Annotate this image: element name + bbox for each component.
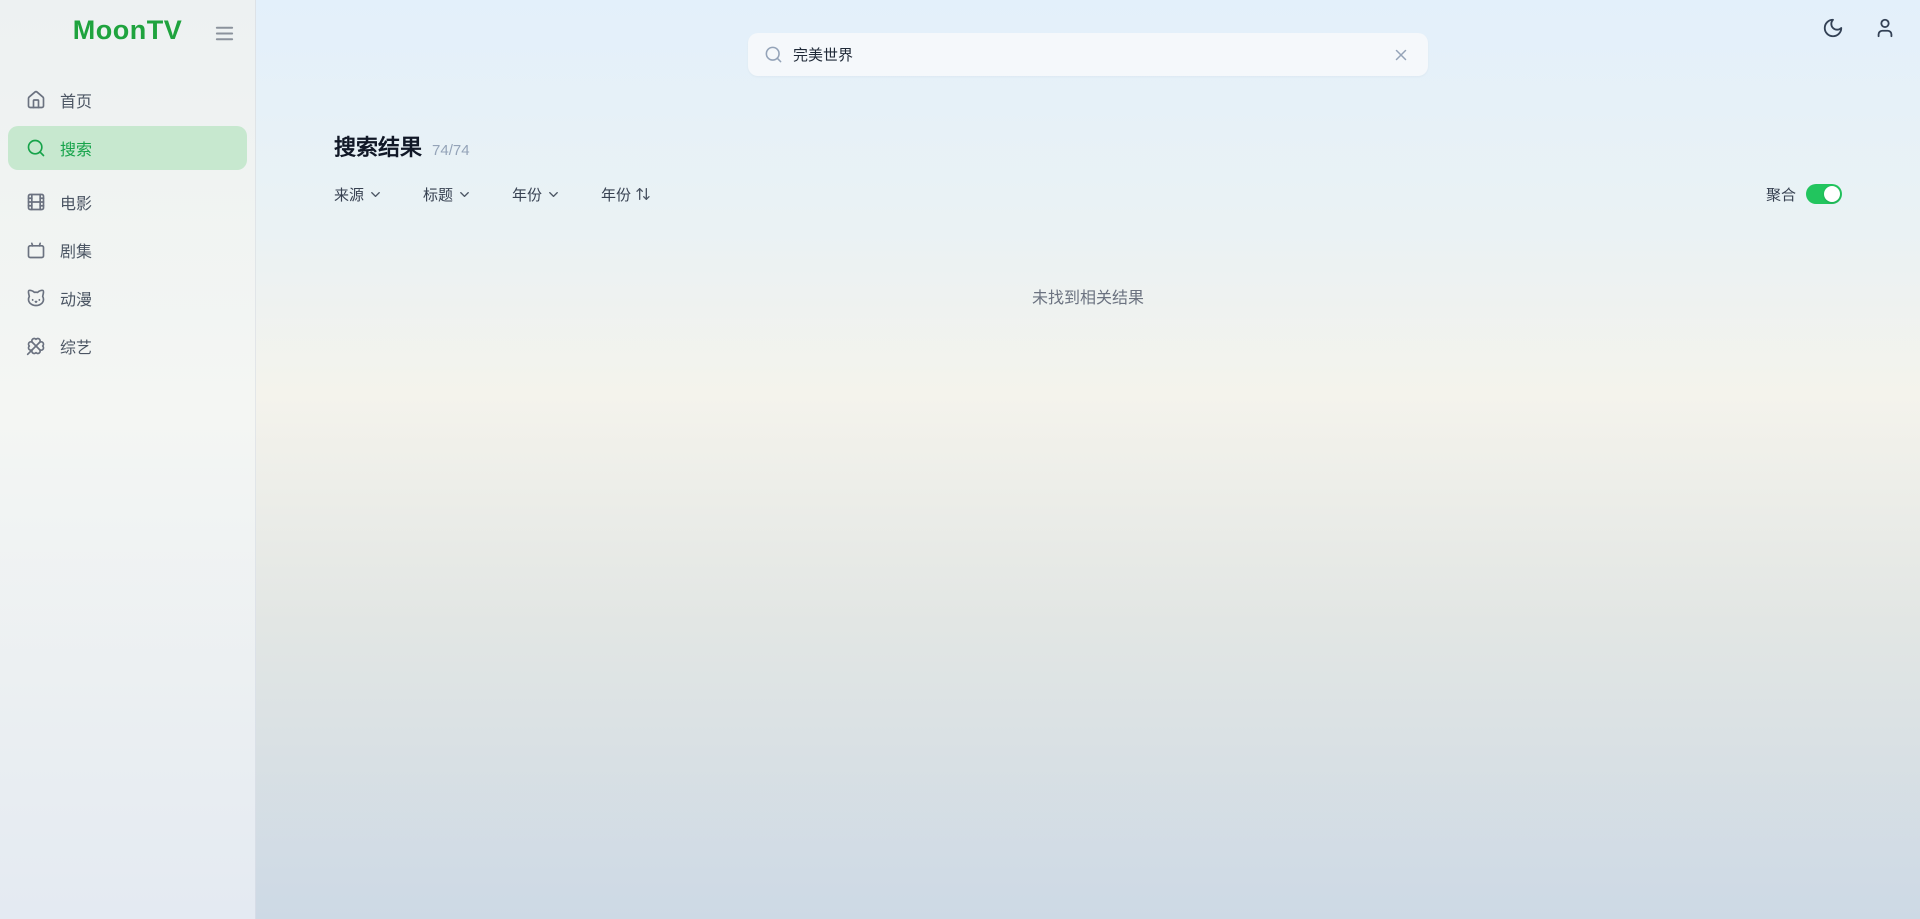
sidebar-item-movies[interactable]: 电影 bbox=[8, 180, 247, 224]
main-area: 搜索结果 74/74 来源 标题 年份 bbox=[256, 0, 1920, 919]
tv-icon bbox=[26, 240, 46, 260]
chevron-down-icon bbox=[457, 187, 472, 202]
sidebar-item-home[interactable]: 首页 bbox=[8, 78, 247, 122]
filter-label: 来源 bbox=[334, 186, 365, 204]
sidebar-header: MoonTV bbox=[0, 0, 255, 66]
clover-icon bbox=[26, 336, 46, 356]
aggregate-toggle[interactable] bbox=[1806, 184, 1842, 204]
sidebar-item-search[interactable]: 搜索 bbox=[8, 126, 247, 170]
sidebar-item-anime[interactable]: 动漫 bbox=[8, 276, 247, 320]
sidebar-item-series[interactable]: 剧集 bbox=[8, 228, 247, 272]
film-icon bbox=[26, 192, 46, 212]
page-title: 搜索结果 bbox=[334, 135, 423, 160]
chevron-down-icon bbox=[368, 187, 383, 202]
sidebar-item-label: 首页 bbox=[60, 94, 93, 111]
result-count: 74/74 bbox=[432, 142, 470, 159]
aggregate-control: 聚合 bbox=[1766, 184, 1842, 205]
search-bar bbox=[748, 33, 1428, 76]
search-input[interactable] bbox=[793, 46, 1380, 63]
cat-icon bbox=[26, 288, 46, 308]
home-icon bbox=[26, 90, 46, 110]
sidebar-item-label: 剧集 bbox=[60, 244, 93, 261]
filter-source[interactable]: 来源 bbox=[334, 184, 383, 205]
filter-title[interactable]: 标题 bbox=[423, 184, 472, 205]
sidebar-item-label: 综艺 bbox=[60, 340, 93, 357]
search-icon bbox=[764, 45, 783, 64]
filters: 来源 标题 年份 年份 bbox=[334, 184, 651, 205]
filter-label: 标题 bbox=[423, 186, 454, 204]
arrow-up-down-icon bbox=[635, 186, 651, 202]
sidebar-item-label: 动漫 bbox=[60, 292, 93, 309]
sidebar-item-label: 搜索 bbox=[60, 142, 93, 159]
chevron-down-icon bbox=[546, 187, 561, 202]
sidebar-nav: 首页 搜索 电影 剧集 动漫 综艺 bbox=[0, 66, 255, 368]
user-icon[interactable] bbox=[1872, 15, 1898, 41]
toggle-knob bbox=[1824, 186, 1840, 202]
clear-x-icon[interactable] bbox=[1390, 44, 1412, 66]
sort-year[interactable]: 年份 bbox=[601, 184, 651, 205]
filter-label: 年份 bbox=[601, 186, 632, 204]
sidebar-item-variety[interactable]: 综艺 bbox=[8, 324, 247, 368]
filter-label: 年份 bbox=[512, 186, 543, 204]
moon-theme-icon[interactable] bbox=[1820, 15, 1846, 41]
aggregate-label: 聚合 bbox=[1765, 186, 1796, 204]
empty-message: 未找到相关结果 bbox=[1031, 290, 1144, 307]
filter-row: 来源 标题 年份 年份 聚合 bbox=[334, 182, 1842, 206]
result-heading: 搜索结果 74/74 bbox=[334, 134, 1842, 162]
sidebar: MoonTV 首页 搜索 电影 剧集 动漫 综艺 bbox=[0, 0, 256, 919]
sidebar-item-label: 电影 bbox=[60, 196, 93, 213]
hamburger-menu-icon[interactable] bbox=[211, 20, 238, 47]
filter-year[interactable]: 年份 bbox=[512, 184, 561, 205]
top-actions bbox=[1820, 15, 1898, 41]
search-icon bbox=[26, 138, 46, 158]
